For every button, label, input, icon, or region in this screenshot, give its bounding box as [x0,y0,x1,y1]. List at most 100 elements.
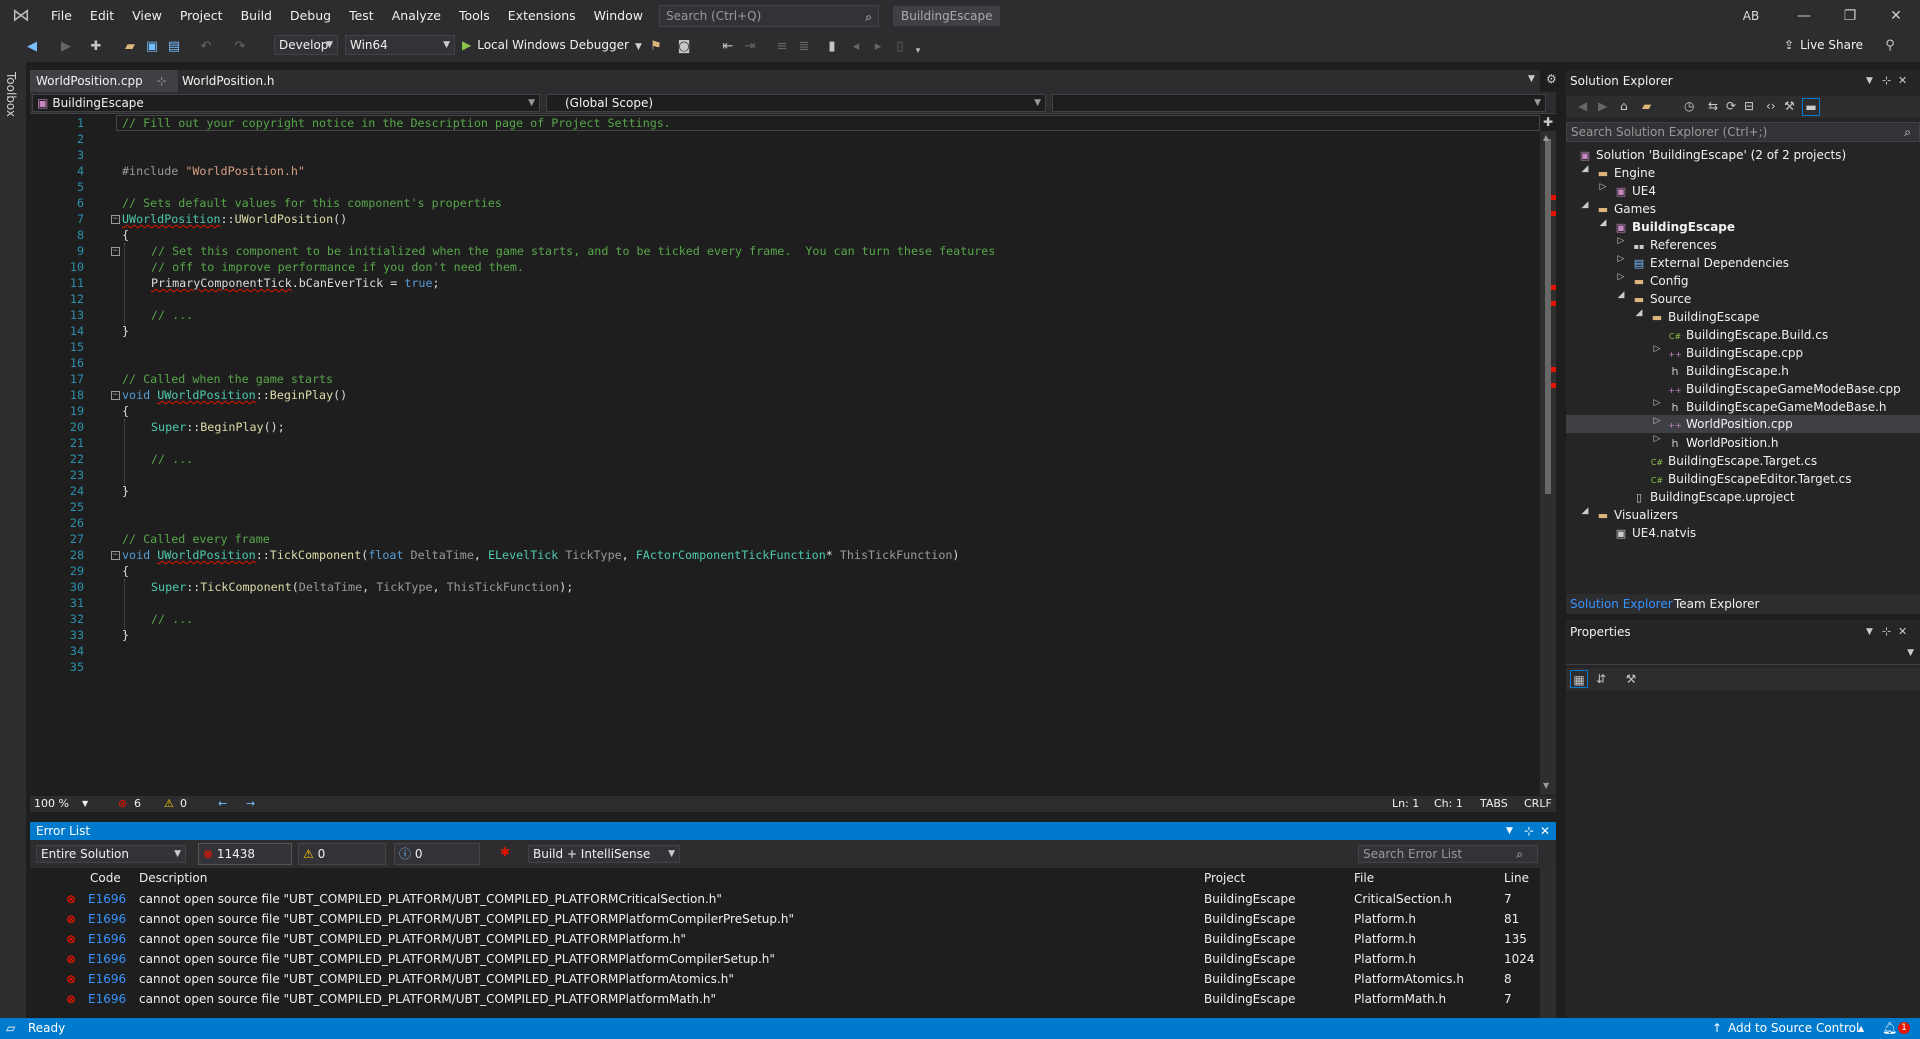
expand-arrow-icon[interactable]: ▷ [1616,254,1626,264]
tree-item-buildingescape-cpp[interactable]: ++ BuildingEscape.cpp [1668,344,1803,362]
expand-arrow-icon[interactable]: ▷ [1652,416,1662,426]
user-avatar[interactable]: AB [1738,6,1764,26]
expand-arrow-icon[interactable]: ▷ [1652,398,1662,408]
tree-item-visualizers[interactable]: ▬ Visualizers [1596,506,1678,524]
open-file-icon[interactable]: ▰ [122,39,138,55]
tree-item-ue4[interactable]: ▣ UE4 [1614,182,1656,200]
tree-item-build-cs[interactable]: C# BuildingEscape.Build.cs [1668,326,1828,344]
member-select[interactable]: ▼ [1052,94,1546,112]
tree-item-buildingescape-h[interactable]: h BuildingEscape.h [1668,362,1789,380]
error-row[interactable]: ⊗ E1696 cannot open source file "UBT_COM… [30,929,1540,949]
new-project-icon[interactable]: ✚ [88,39,104,55]
error-list-scrollbar[interactable] [1540,868,1556,1018]
error-marker[interactable] [1551,367,1556,372]
menu-view[interactable]: View [123,0,171,32]
solution-explorer-search-input[interactable]: Search Solution Explorer (Ctrl+;) ⌕ [1566,122,1920,142]
home-icon[interactable]: ⌂ [1620,99,1628,113]
toolbox-tab[interactable]: Toolbox [4,72,18,117]
chevron-down-icon[interactable]: ▼ [1506,822,1513,840]
undo-icon[interactable]: ↶ [198,39,214,55]
scope-select[interactable]: Entire Solution ▼ [36,845,186,863]
minimize-icon[interactable]: — [1781,0,1827,32]
error-marker[interactable] [1551,211,1556,216]
tree-item-config[interactable]: ▬ Config [1632,272,1689,290]
collapse-arrow-icon[interactable]: ◢ [1634,308,1644,318]
build-filter-icon[interactable]: ✱ [500,845,510,859]
warning-count[interactable]: 0 [180,796,187,812]
collapse-arrow-icon[interactable]: ◢ [1616,290,1626,300]
column-header-description[interactable]: Description [139,869,207,887]
source-control-button[interactable]: Add to Source Control [1728,1018,1859,1039]
prev-bookmark-icon[interactable]: ◂ [848,39,864,55]
tree-item-target-cs[interactable]: C# BuildingEscape.Target.cs [1650,452,1817,470]
categorized-icon[interactable]: ▦ [1570,670,1588,688]
back-icon[interactable]: ◀ [1578,99,1587,113]
tab-list-dropdown-icon[interactable]: ▼ [1528,74,1535,84]
attach-icon[interactable]: ⚑ [648,39,664,55]
tab-worldposition-cpp[interactable]: WorldPosition.cpp ⊹ [30,70,178,92]
pin-icon[interactable]: ⊹ [157,74,167,88]
error-row[interactable]: ⊗ E1696 cannot open source file "UBT_COM… [30,909,1540,929]
close-icon[interactable]: ✕ [1873,0,1919,32]
menu-window[interactable]: Window [585,0,652,32]
global-search-input[interactable]: Search (Ctrl+Q) ⌕ [659,5,879,27]
tab-worldposition-h[interactable]: WorldPosition.h [176,70,281,92]
clear-bookmarks-icon[interactable]: ▯ [892,39,908,55]
column-header-code[interactable]: Code [90,869,121,887]
scroll-down-icon[interactable]: ▼ [1543,781,1549,790]
pin-icon[interactable]: ⊹ [1882,74,1891,87]
project-scope-select[interactable]: ▣ BuildingEscape ▼ [32,94,540,112]
error-marker[interactable] [1551,301,1556,306]
menu-file[interactable]: File [42,0,81,32]
tree-item-ue4-natvis[interactable]: ▣ UE4.natvis [1614,524,1696,542]
close-icon[interactable]: ✕ [1540,822,1550,840]
error-row[interactable]: ⊗ E1696 cannot open source file "UBT_COM… [30,889,1540,909]
pin-icon[interactable]: ⊹ [1882,625,1891,638]
tree-item-engine[interactable]: ▬ Engine [1596,164,1655,182]
properties-wrench-icon[interactable]: ⚒ [1784,99,1795,113]
column-header-project[interactable]: Project [1204,869,1245,887]
build-source-select[interactable]: Build + IntelliSense ▼ [528,845,680,863]
error-row[interactable]: ⊗ E1696 cannot open source file "UBT_COM… [30,969,1540,989]
chevron-down-icon[interactable]: ▼ [1866,76,1873,86]
menu-edit[interactable]: Edit [81,0,123,32]
alphabetical-icon[interactable]: ⇵ [1592,670,1610,688]
tree-item-gamemodebase-cpp[interactable]: ++ BuildingEscapeGameModeBase.cpp [1668,380,1900,398]
chevron-down-icon[interactable]: ▼ [1866,627,1873,637]
split-editor-icon[interactable]: ✚ [1543,115,1553,129]
column-header-file[interactable]: File [1354,869,1374,887]
menu-test[interactable]: Test [340,0,383,32]
platform-select[interactable]: Win64 ▼ [345,35,455,55]
error-row[interactable]: ⊗ E1696 cannot open source file "UBT_COM… [30,949,1540,969]
notification-bell-icon[interactable]: 🔔︎ [1882,1018,1897,1039]
redo-icon[interactable]: ↷ [232,39,248,55]
collapse-arrow-icon[interactable]: ◢ [1580,200,1590,210]
collapse-icon[interactable]: − [111,391,120,400]
collapse-arrow-icon[interactable]: ◢ [1580,164,1590,174]
refresh-icon[interactable]: ⟳ [1726,99,1736,113]
gear-icon[interactable]: ⚙ [1546,72,1557,86]
menu-extensions[interactable]: Extensions [499,0,585,32]
tree-item-gamemodebase-h[interactable]: h BuildingEscapeGameModeBase.h [1668,398,1887,416]
tree-item-source[interactable]: ▬ Source [1632,290,1691,308]
tree-item-buildingescape-project[interactable]: ▣ BuildingEscape [1614,218,1735,236]
sync-icon[interactable]: ⇆ [1708,99,1718,113]
warnings-filter-button[interactable]: ⚠ 0 Warnings [298,843,386,881]
switch-views-icon[interactable]: ▰ [1642,99,1651,113]
tree-item-worldposition-cpp[interactable]: ++ WorldPosition.cpp [1668,415,1792,433]
zoom-level[interactable]: 100 % [34,796,69,812]
restore-icon[interactable]: ❐ [1827,0,1873,32]
messages-filter-button[interactable]: ⓘ 0 Messages [394,843,480,881]
editor-scroll-thumb[interactable] [1545,139,1551,494]
tab-solution-explorer[interactable]: Solution Explorer [1570,594,1673,614]
errors-filter-button[interactable]: ⊗ 11438 Errors [198,843,292,881]
tree-item-external-dependencies[interactable]: ▤ External Dependencies [1632,254,1789,272]
search-error-list-input[interactable]: Search Error List ⌕ [1358,845,1538,863]
pending-changes-icon[interactable]: ◷ [1684,99,1694,113]
tree-item-solution[interactable]: ▣ Solution 'BuildingEscape' (2 of 2 proje… [1578,146,1846,164]
menu-tools[interactable]: Tools [450,0,499,32]
properties-object-select[interactable]: ▼ [1566,645,1920,665]
collapse-all-icon[interactable]: ⊟ [1744,99,1754,113]
collapse-arrow-icon[interactable]: ◢ [1598,218,1608,228]
menu-debug[interactable]: Debug [281,0,340,32]
